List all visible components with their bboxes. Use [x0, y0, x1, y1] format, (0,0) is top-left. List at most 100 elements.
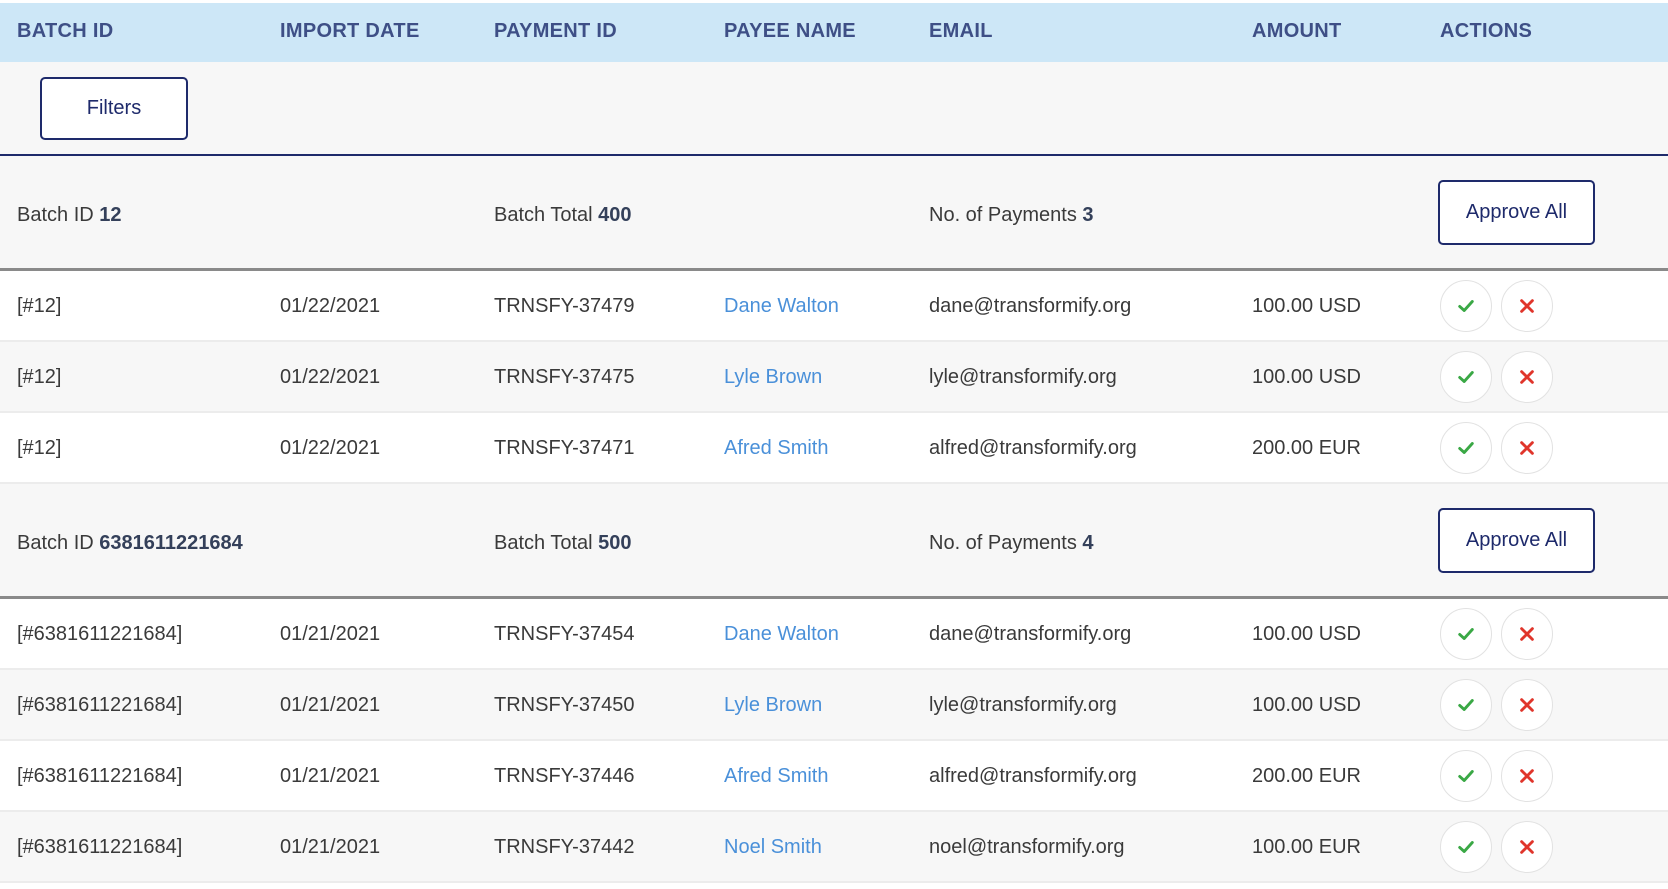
- reject-payment-button[interactable]: [1501, 280, 1553, 332]
- payments-count-label: No. of Payments: [929, 532, 1077, 554]
- batch-total-label: Batch Total: [494, 204, 593, 226]
- approve-payment-button[interactable]: [1440, 280, 1492, 332]
- cell-payee-name[interactable]: Dane Walton: [724, 295, 839, 318]
- payments-count-label: No. of Payments: [929, 204, 1077, 226]
- payments-count-value: 4: [1082, 532, 1094, 554]
- cell-email: alfred@transformify.org: [929, 765, 1137, 787]
- table-row: [#12] 01/22/2021 TRNSFY-37479 Dane Walton da…: [0, 271, 1668, 342]
- close-icon: [1518, 696, 1536, 714]
- cell-import-date: 01/22/2021: [280, 366, 381, 388]
- check-icon: [1457, 368, 1475, 386]
- cell-payee-name[interactable]: Afred Smith: [724, 765, 828, 788]
- cell-amount: 200.00 EUR: [1252, 437, 1361, 459]
- cell-payment-id: TRNSFY-37442: [494, 836, 635, 858]
- batch-id-label: Batch ID: [17, 204, 94, 226]
- table-row: [#6381611221684] 01/21/2021 TRNSFY-37442 No…: [0, 812, 1668, 883]
- filters-button[interactable]: Filters: [40, 77, 188, 140]
- cell-payment-id: TRNSFY-37446: [494, 765, 635, 787]
- cell-payment-id: TRNSFY-37479: [494, 295, 635, 317]
- cell-amount: 100.00 USD: [1252, 366, 1361, 388]
- cell-email: alfred@transformify.org: [929, 437, 1137, 459]
- approve-payment-button[interactable]: [1440, 679, 1492, 731]
- header-import-date[interactable]: IMPORT DATE: [280, 20, 420, 43]
- cell-import-date: 01/21/2021: [280, 694, 381, 716]
- approve-payment-button[interactable]: [1440, 608, 1492, 660]
- cell-email: noel@transformify.org: [929, 836, 1125, 858]
- reject-payment-button[interactable]: [1501, 750, 1553, 802]
- check-icon: [1457, 439, 1475, 457]
- cell-amount: 100.00 USD: [1252, 623, 1361, 645]
- cell-batch-id: [#6381611221684]: [17, 765, 183, 787]
- batch-id-summary: Batch ID 12: [17, 204, 122, 227]
- cell-payment-id: TRNSFY-37475: [494, 366, 635, 388]
- filter-bar: Filters: [0, 62, 1668, 156]
- cell-batch-id: [#12]: [17, 295, 62, 317]
- header-email[interactable]: EMAIL: [929, 20, 993, 43]
- batch-id-summary: Batch ID 6381611221684: [17, 532, 243, 555]
- approve-payment-button[interactable]: [1440, 821, 1492, 873]
- reject-payment-button[interactable]: [1501, 821, 1553, 873]
- cell-payment-id: TRNSFY-37450: [494, 694, 635, 716]
- batch-id-label: Batch ID: [17, 532, 94, 554]
- header-amount[interactable]: AMOUNT: [1252, 20, 1342, 43]
- close-icon: [1518, 297, 1536, 315]
- close-icon: [1518, 625, 1536, 643]
- header-batch-id[interactable]: BATCH ID: [17, 20, 113, 43]
- cell-amount: 100.00 USD: [1252, 295, 1361, 317]
- payments-count-value: 3: [1082, 204, 1094, 226]
- cell-import-date: 01/21/2021: [280, 623, 381, 645]
- cell-email: lyle@transformify.org: [929, 694, 1117, 716]
- cell-batch-id: [#6381611221684]: [17, 836, 183, 858]
- check-icon: [1457, 767, 1475, 785]
- cell-import-date: 01/21/2021: [280, 765, 381, 787]
- close-icon: [1518, 767, 1536, 785]
- cell-amount: 100.00 EUR: [1252, 836, 1361, 858]
- approve-payment-button[interactable]: [1440, 351, 1492, 403]
- header-actions: ACTIONS: [1440, 20, 1533, 42]
- cell-amount: 100.00 USD: [1252, 694, 1361, 716]
- cell-payee-name[interactable]: Lyle Brown: [724, 366, 822, 389]
- table-row: [#6381611221684] 01/21/2021 TRNSFY-37454 Da…: [0, 599, 1668, 670]
- approve-payment-button[interactable]: [1440, 422, 1492, 474]
- cell-batch-id: [#6381611221684]: [17, 694, 183, 716]
- cell-import-date: 01/22/2021: [280, 437, 381, 459]
- approve-all-button[interactable]: Approve All: [1438, 508, 1595, 573]
- payments-count-summary: No. of Payments 3: [929, 204, 1094, 227]
- table-row: [#12] 01/22/2021 TRNSFY-37471 Afred Smith al…: [0, 413, 1668, 484]
- cell-payment-id: TRNSFY-37454: [494, 623, 635, 645]
- reject-payment-button[interactable]: [1501, 351, 1553, 403]
- cell-batch-id: [#6381611221684]: [17, 623, 183, 645]
- reject-payment-button[interactable]: [1501, 608, 1553, 660]
- batch-total-summary: Batch Total 400: [494, 204, 632, 227]
- header-payment-id[interactable]: PAYMENT ID: [494, 20, 617, 43]
- check-icon: [1457, 696, 1475, 714]
- reject-payment-button[interactable]: [1501, 422, 1553, 474]
- batch-total-summary: Batch Total 500: [494, 532, 632, 555]
- check-icon: [1457, 297, 1475, 315]
- table-header: BATCH ID IMPORT DATE PAYMENT ID PAYEE NA…: [0, 0, 1668, 62]
- cell-payment-id: TRNSFY-37471: [494, 437, 635, 459]
- batch-id-value: 12: [99, 204, 122, 226]
- reject-payment-button[interactable]: [1501, 679, 1553, 731]
- cell-batch-id: [#12]: [17, 437, 62, 459]
- close-icon: [1518, 368, 1536, 386]
- cell-email: lyle@transformify.org: [929, 366, 1117, 388]
- cell-payee-name[interactable]: Lyle Brown: [724, 694, 822, 717]
- batch-total-label: Batch Total: [494, 532, 593, 554]
- cell-payee-name[interactable]: Afred Smith: [724, 437, 828, 460]
- cell-import-date: 01/22/2021: [280, 295, 381, 317]
- batch-total-value: 400: [598, 204, 632, 226]
- batch-id-value: 6381611221684: [99, 532, 243, 554]
- cell-import-date: 01/21/2021: [280, 836, 381, 858]
- header-payee-name[interactable]: PAYEE NAME: [724, 20, 856, 43]
- close-icon: [1518, 439, 1536, 457]
- batch-summary-row: Batch ID 12 Batch Total 400 No. of Payment…: [0, 156, 1668, 271]
- approve-payment-button[interactable]: [1440, 750, 1492, 802]
- cell-amount: 200.00 EUR: [1252, 765, 1361, 787]
- approve-all-button[interactable]: Approve All: [1438, 180, 1595, 245]
- table-row: [#6381611221684] 01/21/2021 TRNSFY-37446 Af…: [0, 741, 1668, 812]
- cell-payee-name[interactable]: Noel Smith: [724, 836, 822, 859]
- cell-payee-name[interactable]: Dane Walton: [724, 623, 839, 646]
- cell-email: dane@transformify.org: [929, 623, 1132, 645]
- check-icon: [1457, 838, 1475, 856]
